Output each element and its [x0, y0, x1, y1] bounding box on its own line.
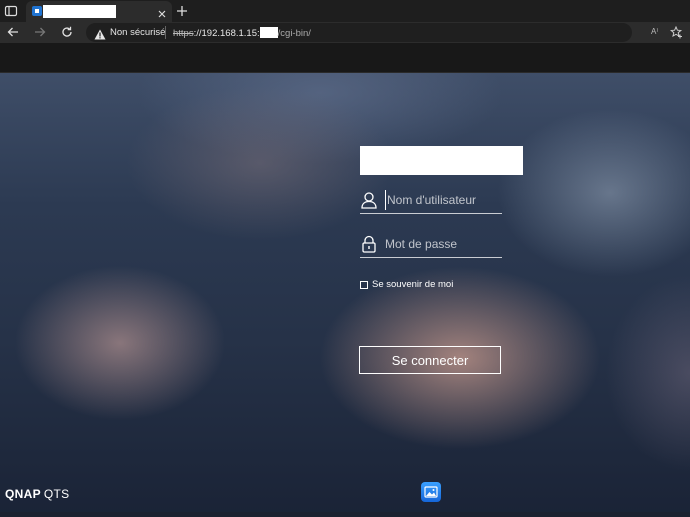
- browser-nav-bar: Non sécurisé https://192.168.1.15: /cgi-b…: [0, 22, 690, 43]
- tab-actions-icon[interactable]: [4, 4, 18, 18]
- star-plus-icon[interactable]: [669, 25, 683, 39]
- qnap-favicon-icon: [32, 6, 42, 16]
- password-field[interactable]: [360, 232, 502, 258]
- security-status[interactable]: Non sécurisé: [110, 27, 165, 38]
- url-scheme: https: [173, 28, 194, 39]
- read-aloud-icon[interactable]: A⁾: [651, 27, 658, 36]
- browser-tab-bar: [0, 0, 690, 22]
- back-arrow-icon[interactable]: [6, 25, 20, 39]
- remember-checkbox[interactable]: [360, 281, 368, 289]
- remember-label[interactable]: Se souvenir de moi: [372, 279, 453, 290]
- username-field[interactable]: [360, 188, 502, 214]
- plus-icon[interactable]: [176, 4, 188, 16]
- username-input[interactable]: [385, 190, 502, 210]
- login-page: Se souvenir de moi Se connecter QNAPQTS: [0, 73, 690, 517]
- user-icon: [361, 191, 377, 209]
- url-redacted: [259, 27, 278, 38]
- url-text[interactable]: https://192.168.1.15: /cgi-bin/: [173, 27, 311, 39]
- url-path: /cgi-bin/: [277, 28, 311, 39]
- brand-logo: QNAP QTS: [5, 487, 69, 501]
- login-button[interactable]: Se connecter: [359, 346, 501, 374]
- brand-primary: QNAP: [5, 487, 41, 501]
- password-input[interactable]: [385, 234, 500, 254]
- address-bar[interactable]: Non sécurisé https://192.168.1.15: /cgi-b…: [86, 23, 632, 42]
- lock-icon: [361, 235, 377, 253]
- brand-secondary: QTS: [43, 487, 70, 501]
- close-icon[interactable]: [157, 6, 167, 18]
- url-host: ://192.168.1.15:: [193, 28, 260, 39]
- logo-placeholder: [360, 146, 523, 175]
- page-bottom-edge: [0, 512, 690, 517]
- image-icon[interactable]: [421, 482, 441, 502]
- forward-arrow-icon[interactable]: [33, 25, 47, 39]
- browser-tab[interactable]: [26, 1, 172, 22]
- warning-icon[interactable]: [94, 27, 106, 40]
- address-divider: [165, 26, 166, 39]
- refresh-icon[interactable]: [60, 25, 74, 39]
- tab-title: [43, 5, 116, 18]
- favorites-bar: [0, 43, 690, 72]
